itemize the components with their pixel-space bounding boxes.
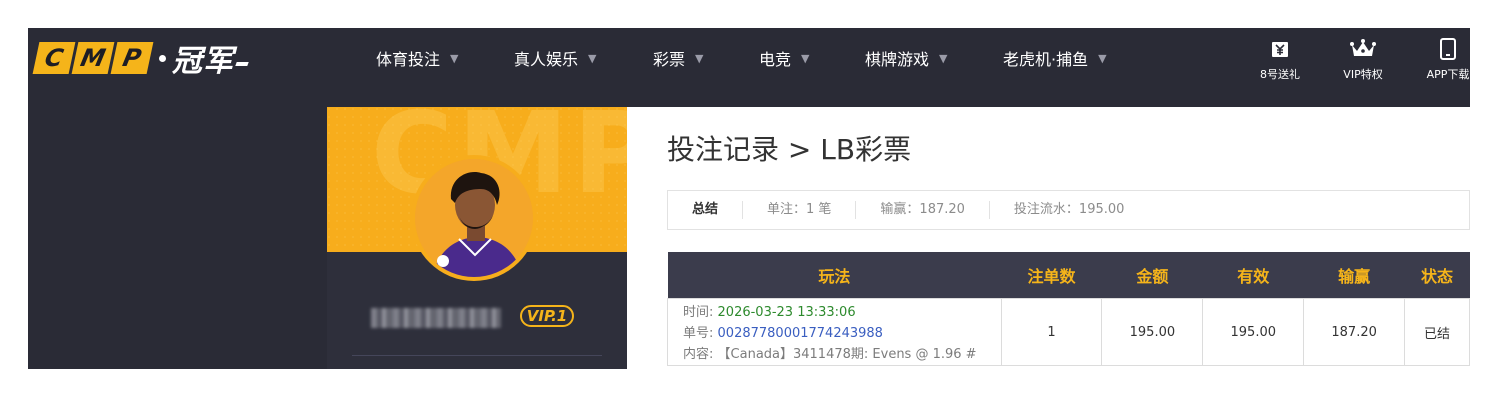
bet-order-line: 单号: 00287780001774243988 xyxy=(683,323,1001,344)
page-title: 投注记录 > LB彩票 xyxy=(667,133,912,166)
vip-level-badge: VIP.1 xyxy=(520,305,574,327)
vip-privileges-label: VIP特权 xyxy=(1343,68,1383,81)
nav-item-esports[interactable]: 电竞 ▼ xyxy=(759,28,809,88)
order-label: 单号: xyxy=(683,326,714,341)
bet-time: 2026-03-23 13:33:06 xyxy=(717,305,856,320)
nav-item-card-games[interactable]: 棋牌游戏 ▼ xyxy=(865,28,947,88)
logo-dash xyxy=(235,62,249,66)
bet-content: 【Canada】3411478期: Evens @ 1.96 # xyxy=(717,347,977,362)
main-content: 投注记录 > LB彩票 总结 单注：1 笔 输赢：187.20 投注流水：195… xyxy=(627,107,1470,369)
username-blurred xyxy=(371,308,501,328)
nav-item-lottery[interactable]: 彩票 ▼ xyxy=(653,28,703,88)
column-header-count: 注单数 xyxy=(1001,252,1102,299)
nav-label: 棋牌游戏 xyxy=(865,50,930,69)
logo-letter-c: C xyxy=(32,42,76,74)
yen-gift-icon xyxy=(1250,38,1310,60)
top-navbar: C M P 冠军 体育投注 ▼ 真人娱乐 ▼ 彩票 ▼ 电竞 ▼ 棋牌游戏 ▼ 老虎机·捕… xyxy=(28,28,1470,107)
nav-label: 电竞 xyxy=(759,50,792,69)
chevron-down-icon: ▼ xyxy=(801,51,810,65)
bet-count-cell: 1 xyxy=(1000,298,1103,366)
chevron-down-icon: ▼ xyxy=(695,51,704,65)
logo-dot xyxy=(159,54,166,62)
profile-panel: CMP VIP.1 xyxy=(327,107,627,369)
bet-status-cell: 已结 xyxy=(1404,298,1470,366)
gift-8th-button[interactable]: 8号送礼 xyxy=(1250,38,1310,82)
app-frame: C M P 冠军 体育投注 ▼ 真人娱乐 ▼ 彩票 ▼ 电竞 ▼ 棋牌游戏 ▼ 老虎机·捕… xyxy=(28,28,1470,369)
user-avatar-image xyxy=(415,159,533,277)
column-header-winloss: 输赢 xyxy=(1303,252,1405,299)
nav-item-sports[interactable]: 体育投注 ▼ xyxy=(376,28,458,88)
column-header-valid: 有效 xyxy=(1202,252,1304,299)
column-header-play: 玩法 xyxy=(667,252,1002,299)
chevron-down-icon: ▼ xyxy=(450,51,459,65)
nav-item-slots-fishing[interactable]: 老虎机·捕鱼 ▼ xyxy=(1003,28,1107,88)
summary-bet-count: 单注：1 笔 xyxy=(742,201,855,219)
bet-order-number[interactable]: 00287780001774243988 xyxy=(718,326,883,341)
nav-label: 老虎机·捕鱼 xyxy=(1003,50,1089,69)
column-header-amount: 金额 xyxy=(1101,252,1203,299)
bet-time-line: 时间: 2026-03-23 13:33:06 xyxy=(683,302,1001,323)
content-label: 内容: xyxy=(683,347,714,362)
bet-record-table: 玩法 注单数 金额 有效 输赢 状态 时间: 2026-03-23 13:33:… xyxy=(667,252,1470,366)
summary-label: 总结 xyxy=(692,202,719,217)
logo-letter-p: P xyxy=(110,42,154,74)
table-row[interactable]: 时间: 2026-03-23 13:33:06 单号: 002877800017… xyxy=(667,298,1470,366)
summary-winloss: 输赢：187.20 xyxy=(855,201,989,219)
chevron-down-icon: ▼ xyxy=(939,51,948,65)
summary-turnover: 投注流水：195.00 xyxy=(988,201,1149,219)
chevron-down-icon: ▼ xyxy=(588,51,597,65)
phone-icon xyxy=(1418,38,1470,60)
nav-item-live-casino[interactable]: 真人娱乐 ▼ xyxy=(514,28,596,88)
gift-8th-label: 8号送礼 xyxy=(1260,68,1300,81)
nav-label: 彩票 xyxy=(653,50,686,69)
column-header-status: 状态 xyxy=(1404,252,1470,299)
table-header-row: 玩法 注单数 金额 有效 输赢 状态 xyxy=(667,252,1470,299)
logo-chinese-text: 冠军 xyxy=(172,44,234,79)
app-download-label: APP下载 xyxy=(1426,68,1470,81)
profile-divider xyxy=(352,355,602,356)
logo-letter-m: M xyxy=(71,42,115,74)
bet-amount-cell: 195.00 xyxy=(1101,298,1204,366)
chevron-down-icon: ▼ xyxy=(1098,51,1107,65)
nav-label: 真人娱乐 xyxy=(514,50,579,69)
bet-detail-cell: 时间: 2026-03-23 13:33:06 单号: 002877800017… xyxy=(667,298,1002,366)
app-download-button[interactable]: APP下载 xyxy=(1418,38,1470,82)
time-label: 时间: xyxy=(683,305,714,320)
bet-content-line: 内容: 【Canada】3411478期: Evens @ 1.96 # xyxy=(683,344,1001,365)
cmp-logo[interactable]: C M P 冠军 xyxy=(32,40,249,79)
avatar[interactable] xyxy=(415,159,533,277)
bet-valid-cell: 195.00 xyxy=(1202,298,1305,366)
vip-privileges-button[interactable]: VIP特权 xyxy=(1333,38,1393,82)
summary-bar: 总结 单注：1 笔 输赢：187.20 投注流水：195.00 xyxy=(667,190,1470,230)
bet-winloss-cell: 187.20 xyxy=(1303,298,1406,366)
nav-label: 体育投注 xyxy=(376,50,441,69)
crown-icon xyxy=(1333,38,1393,60)
